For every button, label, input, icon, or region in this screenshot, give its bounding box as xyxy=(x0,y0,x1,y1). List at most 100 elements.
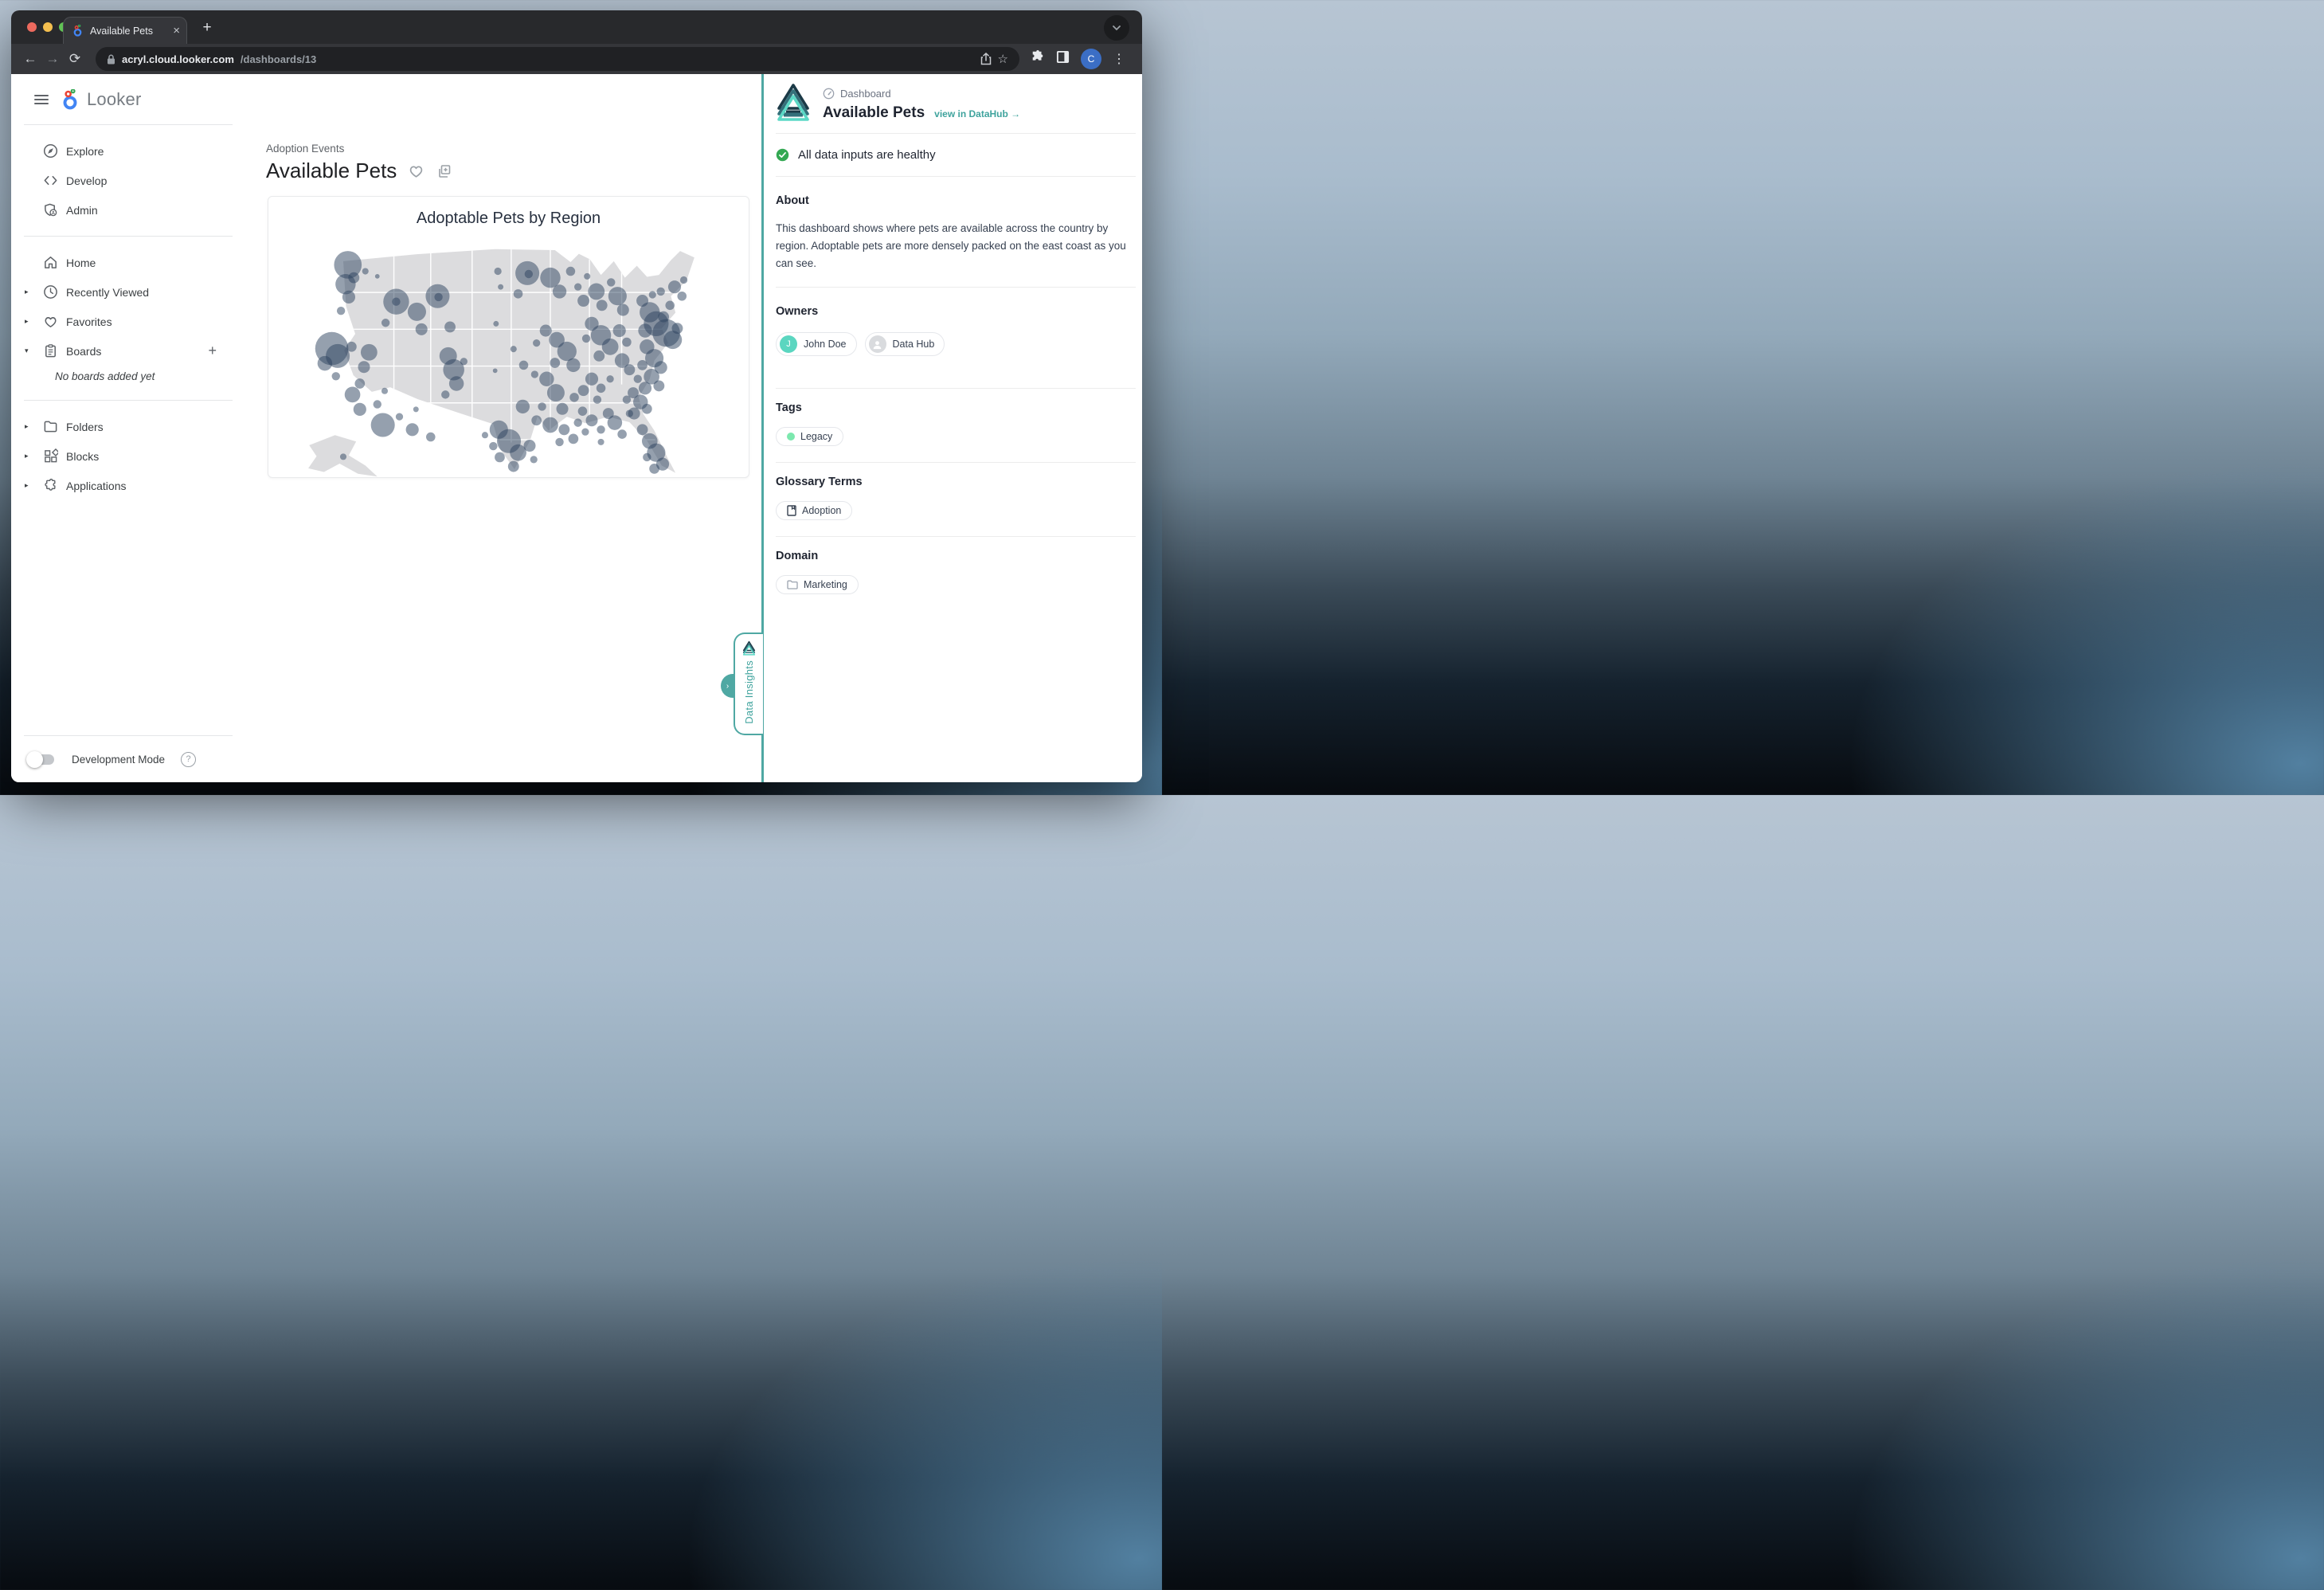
new-tab-button[interactable]: + xyxy=(196,17,218,39)
looker-mark-icon xyxy=(60,89,80,110)
owner-pill-john-doe[interactable]: J John Doe xyxy=(776,332,857,356)
sidebar-item-recently-viewed[interactable]: ▸ Recently Viewed xyxy=(11,277,234,307)
entity-type-label: Dashboard xyxy=(840,88,891,100)
sidebar-item-develop[interactable]: Develop xyxy=(11,166,234,195)
nav-group-bottom: ▸ Folders ▸ Blocks ▸ xyxy=(11,401,234,511)
development-mode-label: Development Mode xyxy=(72,754,165,766)
us-bubble-map[interactable] xyxy=(275,233,743,481)
folder-icon xyxy=(42,419,58,434)
looker-logo[interactable]: Looker xyxy=(60,89,141,110)
chevron-down-icon[interactable]: ▾ xyxy=(25,347,36,355)
close-tab-icon[interactable]: × xyxy=(173,25,180,37)
nav-group-top: Explore Develop Admin xyxy=(11,125,234,236)
sidebar-item-favorites[interactable]: ▸ Favorites xyxy=(11,307,234,336)
glossary-section: Glossary Terms Adoption xyxy=(776,463,1137,536)
about-heading: About xyxy=(776,194,1137,207)
blocks-icon xyxy=(42,448,58,464)
profile-avatar[interactable]: C xyxy=(1081,49,1101,69)
tag-chip-legacy[interactable]: Legacy xyxy=(776,427,843,446)
entity-name: Available Pets xyxy=(823,104,925,122)
glossary-chip-adoption[interactable]: Adoption xyxy=(776,501,852,520)
sidebar-item-folders[interactable]: ▸ Folders xyxy=(11,412,234,441)
looker-favicon xyxy=(72,25,84,37)
tile-title: Adoptable Pets by Region xyxy=(268,210,749,228)
owner-avatar-person-icon xyxy=(869,335,886,353)
sidebar-item-boards[interactable]: ▾ Boards + xyxy=(11,336,234,366)
data-insights-label: Data Insights xyxy=(743,660,755,724)
code-icon xyxy=(42,173,58,188)
add-board-button[interactable]: + xyxy=(208,343,217,359)
tab-strip: Available Pets × + xyxy=(11,10,1142,44)
map-tile[interactable]: Adoptable Pets by Region xyxy=(268,196,749,478)
tags-heading: Tags xyxy=(776,401,1137,414)
extensions-icon[interactable] xyxy=(1031,50,1045,69)
dashboard-main: Adoption Events Available Pets Adoptable… xyxy=(234,74,761,782)
sidebar-item-applications[interactable]: ▸ Applications xyxy=(11,471,234,500)
tags-section: Tags Legacy xyxy=(776,389,1137,462)
chevron-right-icon[interactable]: ▸ xyxy=(25,288,36,296)
browser-menu-icon[interactable]: ⋮ xyxy=(1113,51,1125,67)
tab-search-chevron-icon[interactable] xyxy=(1104,15,1129,41)
about-section: About This dashboard shows where pets ar… xyxy=(776,177,1137,287)
help-icon[interactable]: ? xyxy=(181,752,196,767)
browser-window: Available Pets × + ← → ⟳ acryl.cloud.loo… xyxy=(11,10,1142,782)
sidebar-item-explore[interactable]: Explore xyxy=(11,136,234,166)
chevron-right-icon[interactable]: ▸ xyxy=(25,481,36,490)
dashboard-gauge-icon xyxy=(823,88,835,100)
datahub-panel: Dashboard Available Pets view in DataHub… xyxy=(761,74,1142,782)
favorite-heart-icon[interactable] xyxy=(408,163,425,179)
side-panel-icon[interactable] xyxy=(1056,50,1070,68)
share-icon[interactable] xyxy=(980,53,992,65)
about-text: This dashboard shows where pets are avai… xyxy=(776,220,1136,272)
health-status-row: All data inputs are healthy xyxy=(776,134,1137,176)
owners-section: Owners J John Doe Data Hub xyxy=(776,288,1137,388)
health-check-icon xyxy=(776,148,789,162)
clock-icon xyxy=(42,284,58,300)
back-icon[interactable]: ← xyxy=(19,48,41,70)
owner-avatar: J xyxy=(780,335,797,353)
chevron-right-icon[interactable]: ▸ xyxy=(25,452,36,460)
glossary-heading: Glossary Terms xyxy=(776,476,1137,488)
close-window-button[interactable] xyxy=(27,22,37,32)
brand-name: Looker xyxy=(87,89,141,110)
shield-person-icon xyxy=(42,202,58,217)
chevron-right-icon[interactable]: ▸ xyxy=(25,422,36,431)
address-bar[interactable]: acryl.cloud.looker.com/dashboards/13 ☆ xyxy=(96,47,1019,71)
view-in-datahub-link[interactable]: view in DataHub → xyxy=(934,108,1020,119)
domain-folder-icon xyxy=(787,580,798,589)
compass-icon xyxy=(42,143,58,159)
looker-sidebar: Looker Explore Develop xyxy=(11,74,234,782)
data-insights-tab[interactable]: Data Insights xyxy=(734,632,763,735)
forward-icon[interactable]: → xyxy=(41,48,64,70)
domain-section: Domain Marketing xyxy=(776,537,1137,610)
lock-icon xyxy=(107,54,115,65)
development-mode-toggle[interactable] xyxy=(28,754,54,765)
toolbar-right: C ⋮ xyxy=(1031,49,1125,69)
chevron-right-icon[interactable]: ▸ xyxy=(25,317,36,326)
page-title: Available Pets xyxy=(266,159,397,183)
tag-color-dot xyxy=(787,433,795,441)
domain-chip-marketing[interactable]: Marketing xyxy=(776,575,859,594)
url-path: /dashboards/13 xyxy=(241,53,316,65)
sidebar-item-admin[interactable]: Admin xyxy=(11,195,234,225)
datahub-logo-small-icon xyxy=(742,640,756,656)
minimize-window-button[interactable] xyxy=(43,22,53,32)
sidebar-item-blocks[interactable]: ▸ Blocks xyxy=(11,441,234,471)
home-icon xyxy=(42,255,58,270)
looker-page: Looker Explore Develop xyxy=(11,74,1142,782)
breadcrumb[interactable]: Adoption Events xyxy=(266,143,344,155)
clipboard-icon xyxy=(42,343,58,358)
owners-heading: Owners xyxy=(776,305,1137,318)
add-to-board-icon[interactable] xyxy=(436,163,452,179)
datahub-logo-icon xyxy=(776,82,811,122)
bookmark-star-icon[interactable]: ☆ xyxy=(998,52,1008,66)
glossary-term-icon xyxy=(787,505,796,516)
nav-group-main: Home ▸ Recently Viewed ▸ Favorites xyxy=(11,237,234,400)
owner-pill-data-hub[interactable]: Data Hub xyxy=(865,332,945,356)
development-mode-row: Development Mode ? xyxy=(11,736,234,782)
sidebar-item-home[interactable]: Home xyxy=(11,248,234,277)
browser-tab[interactable]: Available Pets × xyxy=(63,17,187,44)
reload-icon[interactable]: ⟳ xyxy=(64,48,86,70)
url-domain: acryl.cloud.looker.com xyxy=(122,53,234,65)
menu-icon[interactable] xyxy=(34,92,49,107)
